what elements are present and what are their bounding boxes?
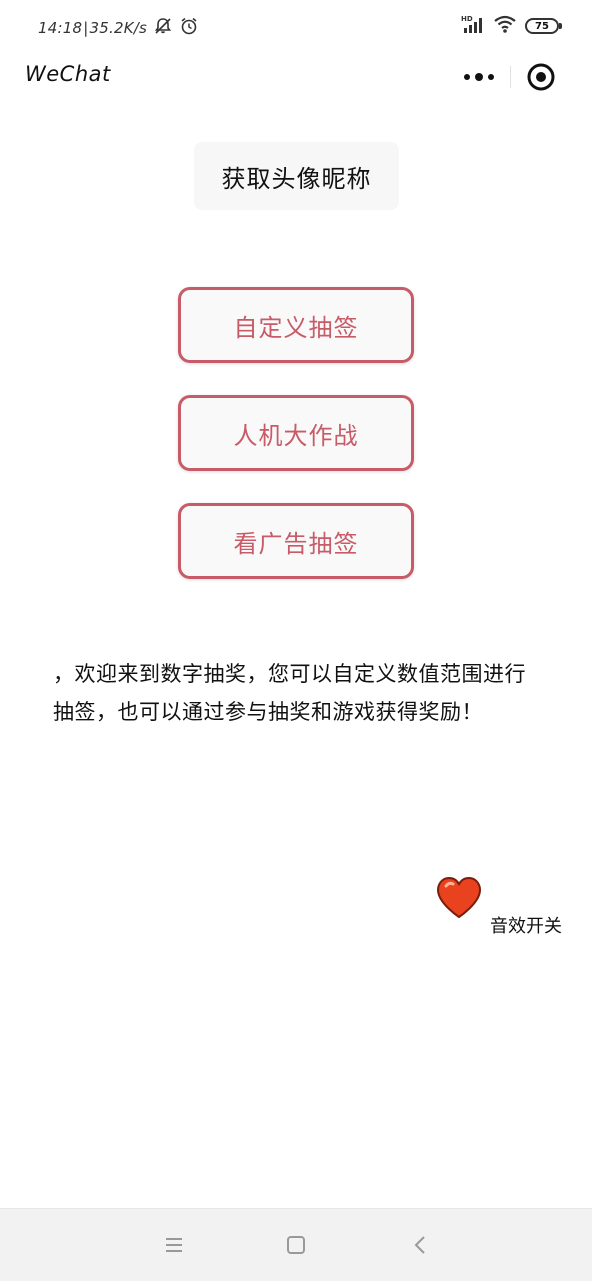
target-close-icon[interactable] <box>510 58 572 96</box>
sound-toggle-label: 音效开关 <box>490 916 562 937</box>
mute-icon <box>153 16 173 40</box>
app-title: WeChat <box>25 62 111 86</box>
human-vs-ai-button[interactable]: 人机大作战 <box>178 395 414 471</box>
watch-ad-draw-button[interactable]: 看广告抽签 <box>178 503 414 579</box>
get-avatar-nickname-button[interactable]: 获取头像昵称 <box>194 142 399 210</box>
menu-icon[interactable] <box>160 1231 188 1259</box>
status-left: 14:18 | 35.2K/s <box>38 16 199 40</box>
status-right: HD 75 <box>461 14 562 38</box>
battery-icon: 75 <box>525 18 562 34</box>
network-speed: 35.2K/s <box>89 19 148 37</box>
alarm-icon <box>179 16 199 40</box>
heart-icon[interactable] <box>436 876 482 924</box>
welcome-text: ，欢迎来到数字抽奖，您可以自定义数值范围进行抽签，也可以通过参与抽奖和游戏获得奖… <box>53 662 526 724</box>
system-nav-bar <box>0 1208 592 1281</box>
wifi-icon <box>493 14 517 38</box>
status-bar: 14:18 | 35.2K/s HD 75 <box>0 0 592 52</box>
mini-program-capsule <box>448 58 572 96</box>
title-bar: WeChat <box>0 52 592 102</box>
sound-toggle[interactable]: 音效开关 <box>436 876 576 940</box>
status-time: 14:18 <box>38 19 83 37</box>
back-chevron-icon[interactable] <box>406 1231 434 1259</box>
custom-draw-button[interactable]: 自定义抽签 <box>178 287 414 363</box>
network-type-label: HD <box>461 15 473 23</box>
more-dots-icon[interactable] <box>448 58 510 96</box>
home-square-icon[interactable] <box>282 1231 310 1259</box>
signal-icon: HD <box>461 14 487 38</box>
battery-level: 75 <box>535 20 549 32</box>
